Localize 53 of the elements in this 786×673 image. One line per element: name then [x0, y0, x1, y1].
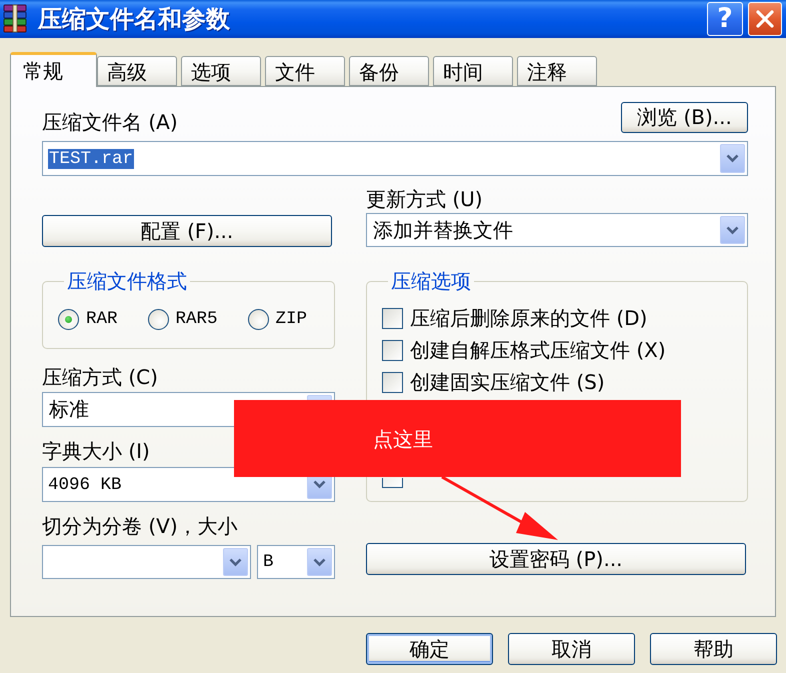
radio-button[interactable]: [248, 308, 269, 330]
radio-label[interactable]: ZIP: [276, 309, 308, 329]
field-label: 压缩文件名 (A): [42, 111, 178, 133]
field-label: 字典大小 (I): [42, 440, 151, 462]
checkbox[interactable]: [382, 340, 403, 360]
group-title: 压缩文件格式: [66, 270, 188, 292]
tooltip-text: 点这里: [373, 428, 433, 450]
browse-button[interactable]: 浏览 (B)...: [621, 102, 748, 133]
filename-combo-box[interactable]: TEST.rar: [42, 141, 748, 176]
radio-button[interactable]: [148, 308, 169, 330]
checkbox[interactable]: [382, 372, 403, 392]
tab[interactable]: 时间: [433, 56, 513, 86]
group-title: 压缩选项: [390, 270, 472, 292]
set-password-button[interactable]: 设置密码 (P)...: [366, 543, 746, 575]
field-label: 更新方式 (U): [366, 188, 484, 210]
radio-label[interactable]: RAR: [86, 309, 118, 329]
dropdown-button[interactable]: [223, 548, 248, 576]
radio-label[interactable]: RAR5: [176, 309, 218, 329]
checkbox[interactable]: [382, 478, 403, 488]
checkbox-label[interactable]: 创建固实压缩文件 (S): [410, 371, 605, 393]
chevron-down-icon: [229, 558, 242, 566]
close-icon: [756, 10, 774, 28]
dialog-button[interactable]: 确定: [366, 633, 493, 665]
tab[interactable]: 选项: [181, 56, 261, 86]
tab[interactable]: 备份: [349, 56, 429, 86]
combo-box[interactable]: [42, 545, 251, 579]
unit-combo-box[interactable]: B: [257, 545, 335, 579]
selected-text: TEST.rar: [48, 148, 134, 168]
tab[interactable]: 高级: [97, 56, 177, 86]
field-label: 切分为分卷 (V)，大小: [42, 515, 239, 537]
checkbox[interactable]: [382, 308, 403, 328]
close-button[interactable]: [748, 2, 782, 36]
tab[interactable]: 常规: [10, 52, 97, 87]
dropdown-button[interactable]: [307, 548, 332, 576]
chevron-down-icon: [726, 154, 739, 163]
window-title: 压缩文件名和参数: [38, 5, 230, 33]
tab[interactable]: 注释: [517, 56, 597, 86]
dropdown-button[interactable]: [720, 144, 745, 173]
radio-button[interactable]: [58, 308, 79, 330]
combo-box[interactable]: 添加并替换文件: [366, 213, 748, 247]
chevron-down-icon: [726, 226, 739, 234]
checkbox-label[interactable]: 压缩后删除原来的文件 (D): [410, 307, 648, 329]
chevron-down-icon: [313, 480, 326, 489]
field-label: 压缩方式 (C): [42, 366, 159, 388]
profiles-button[interactable]: 配置 (F)...: [42, 215, 332, 247]
checkbox-label[interactable]: 创建自解压格式压缩文件 (X): [410, 339, 666, 361]
help-button[interactable]: ?: [707, 2, 743, 36]
dropdown-button[interactable]: [720, 216, 745, 244]
dialog-button[interactable]: 取消: [508, 633, 635, 665]
combo-box[interactable]: 4096 KB: [42, 467, 335, 502]
chevron-down-icon: [313, 558, 326, 566]
dialog-button[interactable]: 帮助: [650, 633, 777, 665]
tab[interactable]: 文件: [265, 56, 345, 86]
